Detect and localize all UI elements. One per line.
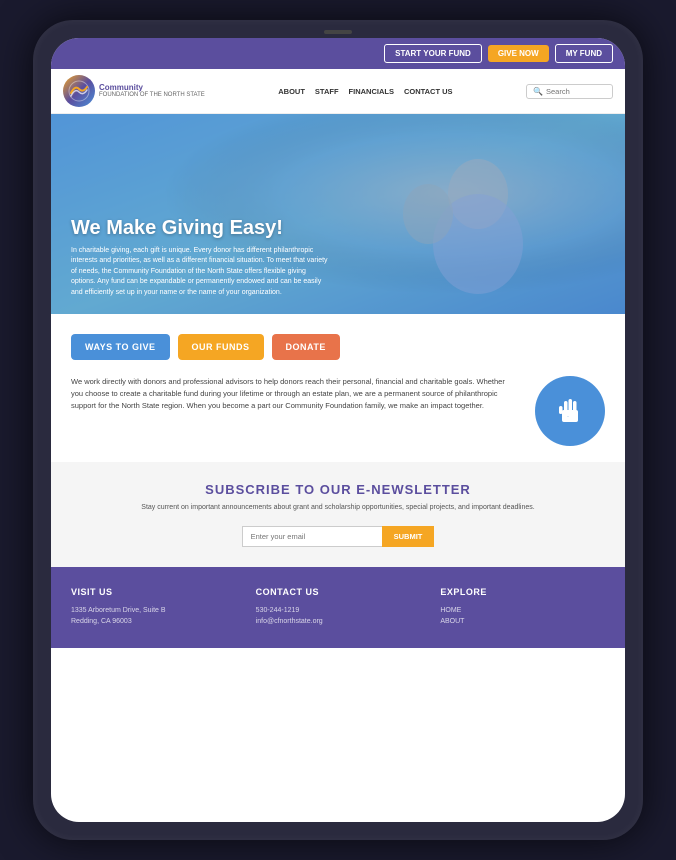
main-content-section: WAYS TO GIVE OUR FUNDS DONATE We work di… — [51, 314, 625, 462]
footer: VISIT US 1335 Arboretum Drive, Suite B R… — [51, 567, 625, 649]
nav-financials[interactable]: FINANCIALS — [349, 87, 394, 96]
ways-to-give-tab[interactable]: WAYS TO GIVE — [71, 334, 170, 360]
subscribe-title: SUBSCRIBE TO OUR E-NEWSLETTER — [71, 482, 605, 497]
subscribe-description: Stay current on important announcements … — [71, 503, 605, 514]
footer-visit-address2: Redding, CA 96003 — [71, 616, 236, 628]
top-bar: START YOUR FUND GIVE NOW MY FUND — [51, 38, 625, 69]
subscribe-submit-button[interactable]: SUBMIT — [382, 526, 435, 547]
footer-contact-phone: 530-244-1219 — [256, 605, 421, 617]
home-button — [324, 30, 352, 34]
logo-svg — [67, 79, 91, 103]
hand-icon-circle — [535, 376, 605, 446]
nav-contact[interactable]: CONTACT US — [404, 87, 453, 96]
footer-explore-title: EXPLORE — [440, 587, 605, 597]
content-with-icon: We work directly with donors and profess… — [71, 376, 605, 446]
my-fund-button[interactable]: MY FUND — [555, 44, 613, 63]
website-content: START YOUR FUND GIVE NOW MY FUND Comm — [51, 38, 625, 822]
nav-about[interactable]: ABOUT — [278, 87, 305, 96]
subscribe-form: SUBMIT — [71, 526, 605, 547]
nav-links: ABOUT STAFF FINANCIALS CONTACT US — [217, 87, 514, 96]
search-input[interactable] — [546, 87, 606, 96]
footer-contact-title: CONTACT US — [256, 587, 421, 597]
footer-visit-address1: 1335 Arboretum Drive, Suite B — [71, 605, 236, 617]
footer-contact-email: info@cfnorthstate.org — [256, 616, 421, 628]
tablet-frame: START YOUR FUND GIVE NOW MY FUND Comm — [33, 20, 643, 840]
subscribe-section: SUBSCRIBE TO OUR E-NEWSLETTER Stay curre… — [51, 462, 625, 567]
start-fund-button[interactable]: START YOUR FUND — [384, 44, 482, 63]
hero-title: We Make Giving Easy! — [71, 217, 331, 240]
search-icon: 🔍 — [533, 87, 543, 96]
our-funds-tab[interactable]: OUR FUNDS — [178, 334, 264, 360]
footer-explore-about[interactable]: ABOUT — [440, 616, 605, 628]
hand-icon — [549, 390, 591, 432]
search-box[interactable]: 🔍 — [526, 84, 613, 99]
logo-text: Community FOUNDATION OF THE NORTH STATE — [99, 83, 205, 100]
nav-staff[interactable]: STAFF — [315, 87, 339, 96]
hero-description: In charitable giving, each gift is uniqu… — [71, 246, 331, 299]
logo-icon — [63, 75, 95, 107]
subscribe-email-input[interactable] — [242, 526, 382, 547]
logo-area: Community FOUNDATION OF THE NORTH STATE — [63, 75, 205, 107]
give-now-button[interactable]: GIVE NOW — [488, 45, 549, 62]
footer-contact-us: CONTACT US 530-244-1219 info@cfnorthstat… — [256, 587, 421, 629]
footer-explore: EXPLORE HOME ABOUT — [440, 587, 605, 629]
hero-section: We Make Giving Easy! In charitable givin… — [51, 114, 625, 314]
content-body: We work directly with donors and profess… — [71, 376, 519, 412]
footer-explore-home[interactable]: HOME — [440, 605, 605, 617]
tablet-screen: START YOUR FUND GIVE NOW MY FUND Comm — [51, 38, 625, 822]
footer-visit-us: VISIT US 1335 Arboretum Drive, Suite B R… — [71, 587, 236, 629]
donate-tab[interactable]: DONATE — [272, 334, 340, 360]
footer-visit-title: VISIT US — [71, 587, 236, 597]
nav-bar: Community FOUNDATION OF THE NORTH STATE … — [51, 69, 625, 114]
tab-buttons-row: WAYS TO GIVE OUR FUNDS DONATE — [71, 334, 605, 360]
hero-content: We Make Giving Easy! In charitable givin… — [51, 201, 351, 315]
